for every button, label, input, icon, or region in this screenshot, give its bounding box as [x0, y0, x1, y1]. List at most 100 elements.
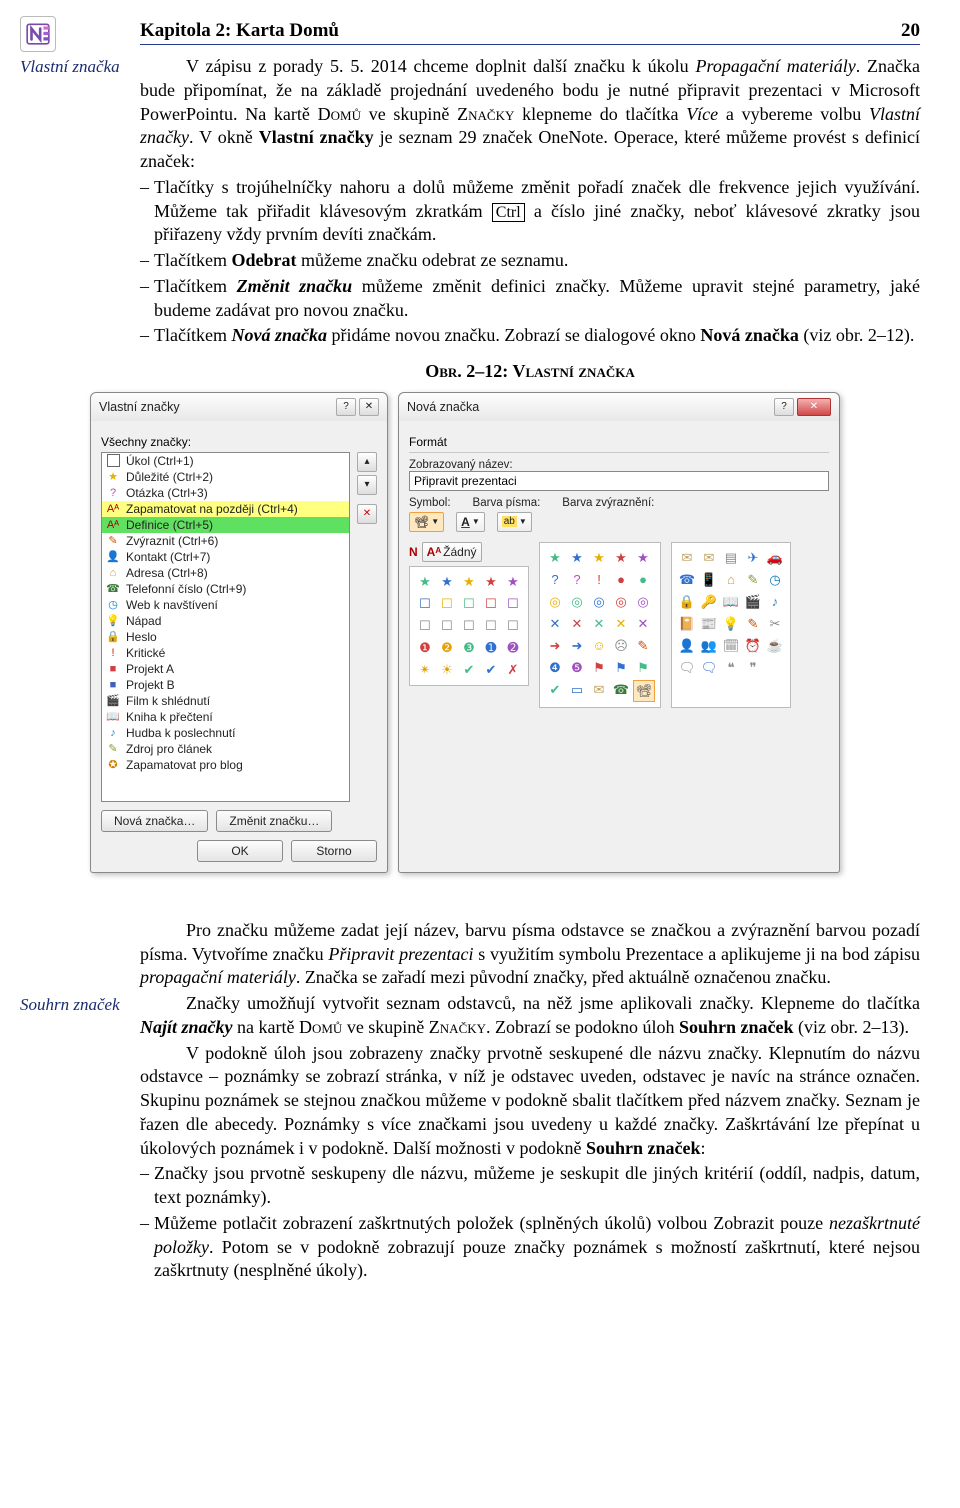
- symbol-cell[interactable]: ❺: [567, 658, 587, 678]
- symbol-cell[interactable]: ❷: [437, 638, 457, 658]
- symbol-cell[interactable]: 👤: [677, 636, 697, 656]
- help-icon[interactable]: ?: [774, 398, 794, 416]
- symbol-cell[interactable]: 🗨: [677, 658, 697, 678]
- symbol-cell[interactable]: 📰: [699, 614, 719, 634]
- help-icon[interactable]: ?: [336, 398, 356, 416]
- symbol-cell[interactable]: 📱: [699, 570, 719, 590]
- symbol-cell[interactable]: ✕: [567, 614, 587, 634]
- list-item[interactable]: ✎Zdroj pro článek: [102, 741, 349, 757]
- symbol-cell[interactable]: ✔: [481, 660, 501, 680]
- symbol-cell[interactable]: ◎: [611, 592, 631, 612]
- list-item[interactable]: ✎Zvýraznit (Ctrl+6): [102, 533, 349, 549]
- symbol-cell[interactable]: ☐: [415, 616, 435, 636]
- symbol-cell[interactable]: ☐: [481, 616, 501, 636]
- list-item[interactable]: Úkol (Ctrl+1): [102, 453, 349, 469]
- symbol-cell[interactable]: ➊: [481, 638, 501, 658]
- symbol-cell[interactable]: ☎: [611, 680, 631, 700]
- symbol-cell[interactable]: ◎: [589, 592, 609, 612]
- symbol-cell[interactable]: ♪: [765, 592, 785, 612]
- list-item[interactable]: ☎Telefonní číslo (Ctrl+9): [102, 581, 349, 597]
- symbol-cell[interactable]: ☐: [415, 594, 435, 614]
- symbol-grid-1[interactable]: ★★★★★☐☐☐☐☐☐☐☐☐☐❶❷❸➊➋✴☀✔✔✗: [409, 566, 529, 686]
- list-item[interactable]: 🎬Film k shlédnutí: [102, 693, 349, 709]
- symbol-cell[interactable]: ✗: [503, 660, 523, 680]
- symbol-cell[interactable]: 💡: [721, 614, 741, 634]
- symbol-cell[interactable]: ✕: [633, 614, 653, 634]
- list-item[interactable]: ⌂Adresa (Ctrl+8): [102, 565, 349, 581]
- symbol-cell[interactable]: ☐: [437, 616, 457, 636]
- symbol-cell[interactable]: ➋: [503, 638, 523, 658]
- symbol-cell[interactable]: ☐: [437, 594, 457, 614]
- symbol-cell[interactable]: ⚑: [611, 658, 631, 678]
- list-item[interactable]: ♪Hudba k poslechnutí: [102, 725, 349, 741]
- move-down-button[interactable]: ▾: [357, 475, 377, 495]
- list-item[interactable]: ■Projekt B: [102, 677, 349, 693]
- symbol-cell[interactable]: ✴: [415, 660, 435, 680]
- symbol-cell[interactable]: ❹: [545, 658, 565, 678]
- symbol-cell[interactable]: 👥: [699, 636, 719, 656]
- symbol-cell[interactable]: ⚑: [589, 658, 609, 678]
- symbol-cell[interactable]: ☐: [459, 616, 479, 636]
- symbol-cell[interactable]: ●: [611, 570, 631, 590]
- symbol-cell[interactable]: ⚑: [633, 658, 653, 678]
- symbol-cell[interactable]: ★: [633, 548, 653, 568]
- list-item[interactable]: 👤Kontakt (Ctrl+7): [102, 549, 349, 565]
- symbol-cell[interactable]: ⌂: [721, 570, 741, 590]
- symbol-cell[interactable]: ✉: [699, 548, 719, 568]
- symbol-cell[interactable]: ☹: [611, 636, 631, 656]
- list-item[interactable]: ★Důležité (Ctrl+2): [102, 469, 349, 485]
- close-icon[interactable]: ✕: [797, 398, 831, 416]
- list-item[interactable]: 💡Nápad: [102, 613, 349, 629]
- display-name-input[interactable]: [409, 471, 829, 491]
- none-option[interactable]: Aᴬ Žádný: [422, 542, 482, 562]
- symbol-cell[interactable]: ➜: [567, 636, 587, 656]
- symbol-cell[interactable]: 🔑: [699, 592, 719, 612]
- symbol-cell[interactable]: ❸: [459, 638, 479, 658]
- symbol-cell[interactable]: ☐: [503, 594, 523, 614]
- symbol-cell[interactable]: ★: [415, 572, 435, 592]
- symbol-cell[interactable]: ◎: [567, 592, 587, 612]
- symbol-cell[interactable]: 📖: [721, 592, 741, 612]
- symbol-cell[interactable]: ★: [437, 572, 457, 592]
- list-item[interactable]: AᴬZapamatovat na později (Ctrl+4): [102, 501, 349, 517]
- symbol-cell[interactable]: ✎: [743, 570, 763, 590]
- symbol-cell[interactable]: ☺: [589, 636, 609, 656]
- symbol-cell[interactable]: 🚗: [765, 548, 785, 568]
- list-item[interactable]: !Kritické: [102, 645, 349, 661]
- symbol-cell[interactable]: ✎: [633, 636, 653, 656]
- symbol-cell[interactable]: ⏰: [743, 636, 763, 656]
- symbol-dropdown[interactable]: 📽▼: [409, 512, 444, 532]
- symbol-cell[interactable]: 🎬: [743, 592, 763, 612]
- symbol-cell[interactable]: ☐: [503, 616, 523, 636]
- symbol-cell[interactable]: ★: [545, 548, 565, 568]
- symbol-cell[interactable]: ✉: [589, 680, 609, 700]
- symbol-cell[interactable]: ★: [611, 548, 631, 568]
- symbol-cell[interactable]: ◷: [765, 570, 785, 590]
- ok-button[interactable]: OK: [197, 840, 283, 862]
- symbol-cell[interactable]: ?: [567, 570, 587, 590]
- symbol-cell[interactable]: ★: [459, 572, 479, 592]
- symbol-cell[interactable]: ☕: [765, 636, 785, 656]
- symbol-cell[interactable]: ✕: [611, 614, 631, 634]
- highlight-color-dropdown[interactable]: ab▼: [497, 512, 532, 532]
- list-item[interactable]: ✪Zapamatovat pro blog: [102, 757, 349, 773]
- cancel-button[interactable]: Storno: [291, 840, 377, 862]
- symbol-grid-2[interactable]: ★★★★★??!●●◎◎◎◎◎✕✕✕✕✕➜➜☺☹✎❹❺⚑⚑⚑✔▭✉☎📽: [539, 542, 661, 708]
- edit-tag-button[interactable]: Změnit značku…: [216, 810, 332, 832]
- symbol-cell[interactable]: 🔒: [677, 592, 697, 612]
- symbol-cell[interactable]: ?: [545, 570, 565, 590]
- symbol-grid-3[interactable]: ✉✉▤✈🚗☎📱⌂✎◷🔒🔑📖🎬♪📔📰💡✎✂👤👥🗓⏰☕🗨🗨❝❞: [671, 542, 791, 708]
- symbol-cell[interactable]: 🗓: [721, 636, 741, 656]
- list-item[interactable]: ◷Web k navštívení: [102, 597, 349, 613]
- symbol-cell[interactable]: ●: [633, 570, 653, 590]
- symbol-cell[interactable]: ❞: [743, 658, 763, 678]
- new-tag-button[interactable]: Nová značka…: [101, 810, 208, 832]
- symbol-cell[interactable]: ★: [567, 548, 587, 568]
- move-up-button[interactable]: ▴: [357, 452, 377, 472]
- symbol-cell[interactable]: ✔: [545, 680, 565, 700]
- symbol-cell[interactable]: ✉: [677, 548, 697, 568]
- symbol-cell[interactable]: ◎: [633, 592, 653, 612]
- list-item[interactable]: ■Projekt A: [102, 661, 349, 677]
- symbol-cell[interactable]: ☐: [459, 594, 479, 614]
- symbol-cell[interactable]: ☐: [481, 594, 501, 614]
